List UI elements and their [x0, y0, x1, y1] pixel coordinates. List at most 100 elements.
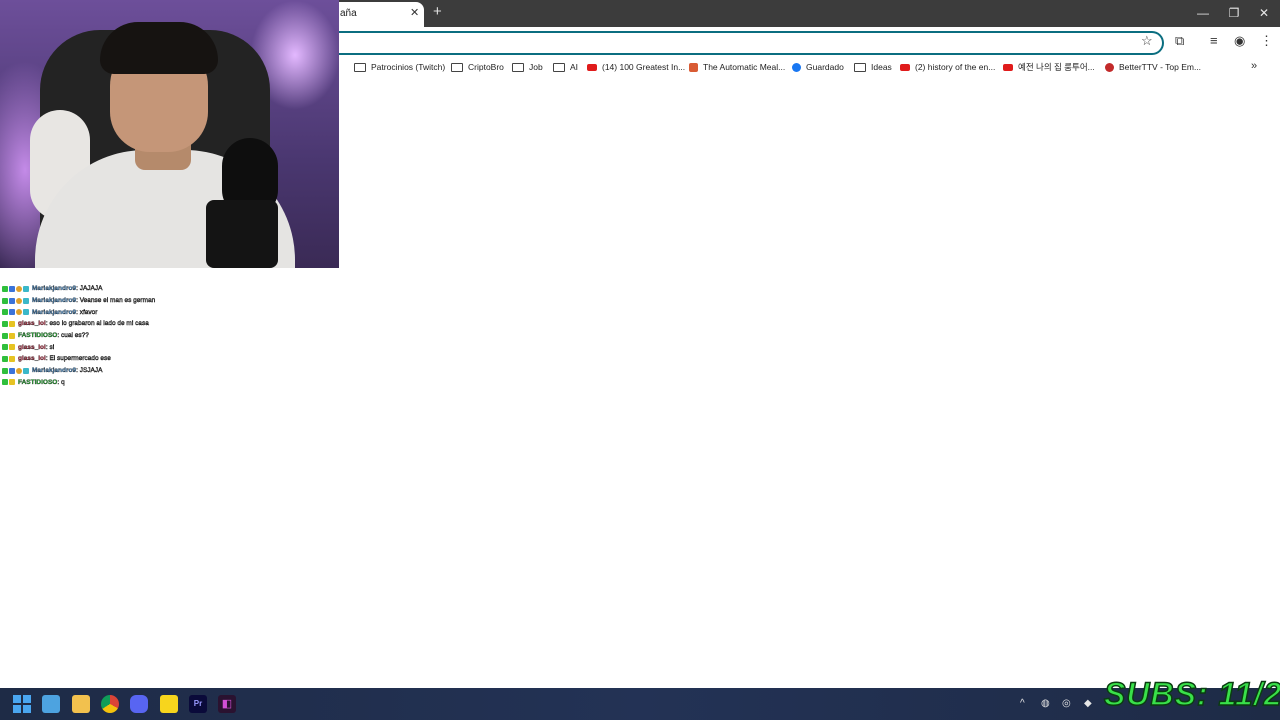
- chrome-icon[interactable]: [101, 695, 119, 713]
- chat-text: : JSJAJA: [76, 367, 103, 375]
- chat-badge-icon: [23, 285, 29, 292]
- bookmark-item[interactable]: The Automatic Meal...: [689, 61, 785, 73]
- chat-badge-icon: [9, 285, 15, 292]
- youtube-icon: [1003, 63, 1013, 71]
- tray-overflow-icon[interactable]: ^: [1020, 698, 1025, 709]
- media-controls-icon[interactable]: ≡: [1210, 33, 1218, 48]
- chat-username: glass_lol: [18, 343, 46, 351]
- facebook-icon: [792, 62, 801, 72]
- chat-text: : cual es??: [57, 332, 89, 340]
- folder-icon: [512, 62, 524, 72]
- bookmark-item[interactable]: Ideas: [854, 61, 892, 73]
- chat-username: Mariakjandro9: [32, 308, 77, 316]
- address-bar[interactable]: [300, 31, 1164, 55]
- webcam-overlay: [0, 0, 339, 268]
- extension-icon: [689, 62, 698, 72]
- browser-menu-icon[interactable]: ⋮: [1260, 33, 1273, 49]
- chat-username: glass_lol: [18, 355, 46, 363]
- extensions-icon[interactable]: ⧉: [1175, 33, 1184, 49]
- chat-message: glass_lol: si: [2, 341, 302, 353]
- chat-badge-icon: [16, 285, 22, 292]
- chat-username: Mariakjandro9: [32, 297, 77, 305]
- folder-icon: [354, 62, 366, 72]
- chat-badge-icon: [2, 297, 8, 304]
- chat-message: Mariakjandro9: xfavor: [2, 306, 302, 318]
- chat-badge-icon: [9, 367, 15, 374]
- chat-text: : xfavor: [76, 308, 98, 316]
- chat-badge-icon: [2, 355, 8, 362]
- chat-badge-icon: [2, 379, 8, 386]
- youtube-icon: [900, 63, 910, 71]
- bookmark-item[interactable]: AI: [553, 61, 578, 73]
- chat-badge-icon: [9, 332, 15, 339]
- chat-overlay: Mariakjandro9: JAJAJA Mariakjandro9: Vean…: [2, 283, 302, 388]
- shield-tray-icon[interactable]: ◆: [1084, 698, 1092, 709]
- chat-text: : eso lo grabaron al lado de mi casa: [45, 320, 149, 328]
- chat-text: : Veanse el man es german: [76, 297, 156, 305]
- bookmark-item[interactable]: Guardado: [792, 61, 844, 73]
- chat-badge-icon: [2, 344, 8, 351]
- chat-username: glass_lol: [18, 320, 46, 328]
- premiere-pro-icon[interactable]: Pr: [189, 695, 207, 713]
- windows-start-icon[interactable]: [13, 695, 31, 713]
- bookmark-item[interactable]: Patrocinios (Twitch): [354, 61, 445, 73]
- chat-message: Mariakjandro9: JAJAJA: [2, 283, 302, 295]
- chat-badge-icon: [23, 297, 29, 304]
- chat-badge-icon: [23, 309, 29, 316]
- restore-button[interactable]: ❐: [1219, 4, 1249, 22]
- tab-title: aña: [340, 8, 357, 19]
- chat-badge-icon: [9, 297, 15, 304]
- discord-tray-icon[interactable]: ◍: [1041, 698, 1050, 709]
- new-tab-button[interactable]: +: [433, 4, 442, 20]
- bookmark-item[interactable]: (2) history of the en...: [900, 61, 995, 73]
- close-window-button[interactable]: ✕: [1249, 4, 1279, 22]
- chat-badge-icon: [9, 355, 15, 362]
- folder-icon: [553, 62, 565, 72]
- chat-badge-icon: [16, 297, 22, 304]
- chat-badge-icon: [23, 367, 29, 374]
- chat-message: FASTIDIOSO: cual es??: [2, 330, 302, 342]
- chat-badge-icon: [9, 320, 15, 327]
- betterttv-icon: [1105, 62, 1114, 72]
- chat-message: Mariakjandro9: Veanse el man es german: [2, 295, 302, 307]
- chat-badge-icon: [2, 367, 8, 374]
- bookmark-star-icon[interactable]: ☆: [1141, 33, 1153, 49]
- chat-text: : El supermercado ese: [45, 355, 111, 363]
- bookmark-item[interactable]: BetterTTV - Top Em...: [1105, 61, 1201, 73]
- chat-badge-icon: [9, 344, 15, 351]
- file-explorer-icon[interactable]: [72, 695, 90, 713]
- youtube-icon: [587, 63, 597, 71]
- more-bookmarks-icon[interactable]: »: [1251, 60, 1257, 72]
- microphone-mount: [206, 200, 278, 268]
- chat-message: FASTIDIOSO: q: [2, 377, 302, 389]
- chat-badge-icon: [16, 309, 22, 316]
- streamer-hair: [100, 22, 218, 74]
- minimize-button[interactable]: —: [1188, 4, 1218, 22]
- chat-badge-icon: [2, 332, 8, 339]
- folder-icon: [854, 62, 866, 72]
- bookmark-item[interactable]: CriptoBro: [451, 61, 504, 73]
- discord-icon[interactable]: [130, 695, 148, 713]
- sticky-notes-icon[interactable]: [160, 695, 178, 713]
- bookmark-item[interactable]: (14) 100 Greatest In...: [587, 61, 685, 73]
- chat-text: : JAJAJA: [76, 285, 103, 293]
- chat-badge-icon: [2, 285, 8, 292]
- bookmark-item[interactable]: Job: [512, 61, 543, 73]
- chat-badge-icon: [9, 379, 15, 386]
- chat-badge-icon: [2, 320, 8, 327]
- chat-username: Mariakjandro9: [32, 367, 77, 375]
- close-tab-icon[interactable]: ✕: [410, 6, 419, 19]
- chat-badge-icon: [9, 309, 15, 316]
- chat-username: FASTIDIOSO: [18, 378, 58, 386]
- chat-message: glass_lol: El supermercado ese: [2, 353, 302, 365]
- profile-avatar-icon[interactable]: ◉: [1234, 33, 1245, 49]
- streaming-app-icon[interactable]: ◧: [218, 695, 236, 713]
- subs-goal-counter: SUBS: 11/25: [1103, 675, 1280, 713]
- steam-tray-icon[interactable]: ◎: [1062, 698, 1071, 709]
- chat-badge-icon: [16, 367, 22, 374]
- bookmark-item[interactable]: 예전 나의 집 룸투어...: [1003, 61, 1095, 73]
- chat-text: : si: [45, 343, 55, 351]
- folder-icon: [451, 62, 463, 72]
- screen-tool-icon[interactable]: [42, 695, 60, 713]
- chat-text: : q: [57, 378, 65, 386]
